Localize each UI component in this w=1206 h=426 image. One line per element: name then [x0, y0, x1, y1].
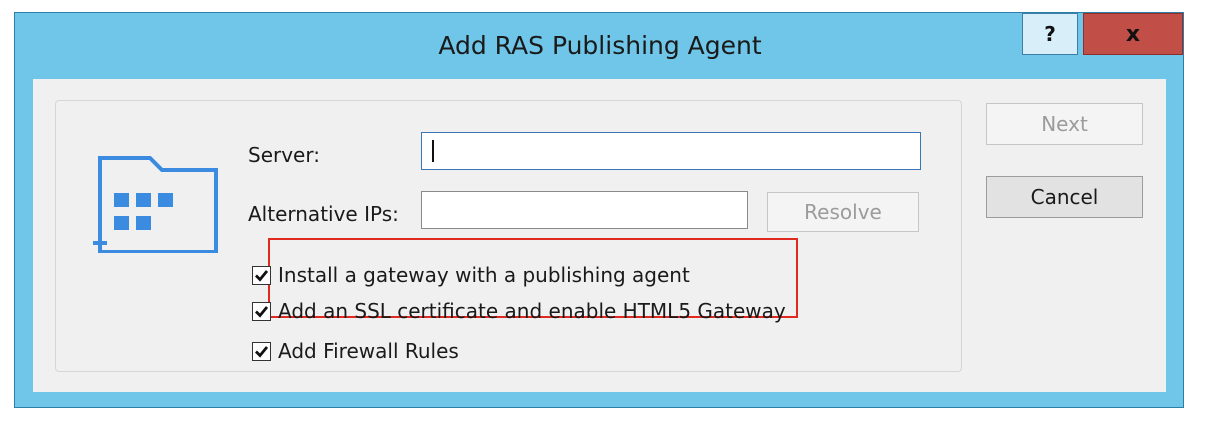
- next-button[interactable]: Next: [986, 103, 1143, 145]
- dialog-window: Add RAS Publishing Agent ? x Server: Alt…: [14, 12, 1184, 408]
- ssl-certificate-label: Add an SSL certificate and enable HTML5 …: [278, 299, 786, 323]
- resolve-button[interactable]: Resolve: [767, 192, 919, 232]
- dialog-client-area: Server: Alternative IPs: Resolve Install…: [33, 79, 1166, 392]
- server-input[interactable]: [421, 132, 921, 170]
- close-button[interactable]: x: [1083, 13, 1183, 55]
- option-ssl-certificate[interactable]: Add an SSL certificate and enable HTML5 …: [252, 296, 786, 326]
- help-button[interactable]: ?: [1022, 13, 1078, 55]
- add-folder-icon: [93, 156, 218, 253]
- text-caret: [432, 140, 434, 162]
- alternative-ips-input[interactable]: [421, 191, 748, 229]
- alternative-ips-label: Alternative IPs:: [248, 202, 399, 226]
- checkmark-icon: [255, 269, 269, 282]
- cancel-button[interactable]: Cancel: [986, 176, 1143, 218]
- option-install-gateway[interactable]: Install a gateway with a publishing agen…: [252, 260, 690, 290]
- install-gateway-label: Install a gateway with a publishing agen…: [278, 263, 690, 287]
- settings-panel: Server: Alternative IPs: Resolve Install…: [55, 100, 962, 372]
- checkmark-icon: [255, 345, 269, 358]
- option-firewall-rules[interactable]: Add Firewall Rules: [252, 336, 459, 366]
- firewall-rules-checkbox[interactable]: [252, 341, 271, 361]
- firewall-rules-label: Add Firewall Rules: [278, 339, 459, 363]
- help-icon: ?: [1044, 22, 1056, 46]
- close-icon: x: [1125, 21, 1141, 47]
- ssl-certificate-checkbox[interactable]: [252, 301, 271, 321]
- checkmark-icon: [255, 305, 269, 318]
- server-label: Server:: [248, 143, 320, 167]
- dialog-title: Add RAS Publishing Agent: [438, 31, 762, 60]
- install-gateway-checkbox[interactable]: [252, 265, 271, 285]
